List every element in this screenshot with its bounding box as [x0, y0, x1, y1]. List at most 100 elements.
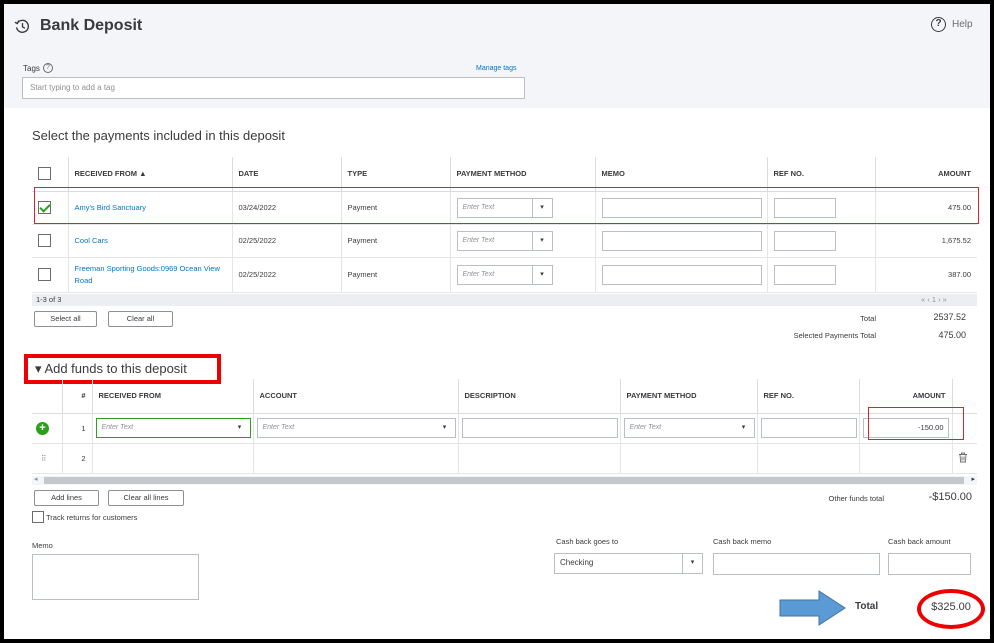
type-cell: Payment: [341, 257, 451, 293]
scroll-thumb[interactable]: [44, 477, 964, 484]
table-row[interactable]: Freeman Sporting Goods:0969 Ocean View R…: [32, 257, 977, 293]
scroll-right-icon[interactable]: ▸: [971, 475, 975, 483]
col-date[interactable]: DATE: [232, 157, 342, 192]
empty-cell[interactable]: [859, 443, 953, 474]
col-label: #: [81, 391, 86, 401]
table-row[interactable]: + 1 Enter Text ▾ Enter Text ▾ Enter Text ▾ …: [32, 413, 977, 444]
checkbox[interactable]: [32, 511, 44, 523]
table-row[interactable]: Cool Cars 02/25/2022 Payment Enter Text ▾…: [32, 224, 977, 258]
ref-no-input[interactable]: [760, 418, 857, 438]
amount-cell: 1,675.52: [875, 224, 977, 258]
select-placeholder: Enter Text: [101, 424, 134, 431]
line-number: 1: [62, 413, 93, 444]
drag-handle-icon[interactable]: ⠿: [32, 443, 63, 474]
horizontal-scrollbar[interactable]: ◂ ▸: [32, 476, 977, 485]
chevron-down-icon: ▾: [682, 554, 702, 573]
col-label: PAYMENT METHOD: [626, 391, 697, 401]
clear-all-button[interactable]: Clear all: [108, 311, 173, 327]
add-line-icon[interactable]: +: [36, 421, 49, 435]
col-label: AMOUNT: [938, 169, 971, 179]
col-label: RECEIVED FROM: [98, 391, 162, 401]
row-checkbox[interactable]: [38, 234, 51, 247]
add-funds-title: Add funds to this deposit: [44, 361, 187, 376]
col-type[interactable]: TYPE: [341, 157, 451, 192]
add-lines-button[interactable]: Add lines: [34, 490, 99, 506]
page-title: Bank Deposit: [40, 17, 143, 34]
highlight-amount: [868, 407, 964, 440]
cash-back-goes-to-select[interactable]: Checking ▾: [554, 553, 703, 574]
col-description: DESCRIPTION: [458, 379, 621, 414]
received-from-select[interactable]: Enter Text ▾: [95, 418, 251, 438]
cash-back-goes-to-label: Cash back goes to: [556, 537, 619, 546]
memo-input[interactable]: [601, 264, 762, 285]
question-icon[interactable]: ?: [42, 63, 53, 73]
memo-textarea[interactable]: [32, 554, 199, 600]
description-input[interactable]: [461, 418, 618, 438]
clear-all-lines-button[interactable]: Clear all lines: [108, 490, 184, 506]
cash-back-memo-label: Cash back memo: [713, 537, 772, 546]
col-received-from[interactable]: RECEIVED FROM ▲: [68, 157, 233, 192]
col-payment-method: PAYMENT METHOD: [620, 379, 758, 414]
select-all-checkbox-cell: [32, 157, 69, 192]
col-ref-no: REF NO.: [757, 379, 860, 414]
payment-method-select[interactable]: Enter Text ▾: [456, 230, 553, 251]
highlight-selected-row: [34, 187, 979, 224]
col-label: AMOUNT: [912, 391, 946, 401]
payments-table: RECEIVED FROM ▲ DATE TYPE PAYMENT METHOD…: [32, 157, 977, 293]
funds-header-row: # RECEIVED FROM ACCOUNT DESCRIPTION PAYM…: [32, 379, 977, 414]
select-all-button[interactable]: Select all: [34, 311, 97, 327]
cash-back-memo-input[interactable]: [713, 553, 880, 575]
payment-method-select[interactable]: Enter Text ▾: [623, 418, 755, 438]
tag-input[interactable]: Start typing to add a tag: [22, 77, 525, 99]
select-placeholder: Enter Text: [262, 424, 295, 431]
amount-cell: 387.00: [875, 257, 977, 293]
grand-total-value: $325.00: [931, 601, 971, 613]
header-checkbox[interactable]: [38, 167, 51, 181]
col-label: PAYMENT METHOD: [456, 169, 527, 179]
pager-count: 1-3 of 3: [32, 294, 977, 306]
other-funds-total-label: Other funds total: [828, 494, 884, 503]
col-label: ACCOUNT: [259, 391, 298, 401]
cash-back-amount-input[interactable]: [888, 553, 971, 575]
other-funds-total-value: -$150.00: [928, 491, 972, 503]
row-checkbox[interactable]: [38, 268, 51, 281]
payment-method-select[interactable]: Enter Text ▾: [456, 264, 553, 285]
memo-input[interactable]: [601, 230, 762, 251]
col-label: TYPE: [347, 169, 368, 179]
payments-header-row: RECEIVED FROM ▲ DATE TYPE PAYMENT METHOD…: [32, 157, 977, 192]
select-value: Checking: [560, 558, 594, 567]
empty-cell[interactable]: [757, 443, 860, 474]
select-placeholder: Enter Text: [462, 270, 495, 278]
received-from-link[interactable]: Cool Cars: [75, 236, 108, 245]
col-account: ACCOUNT: [253, 379, 459, 414]
col-ref-no: REF NO.: [767, 157, 876, 192]
scroll-left-icon[interactable]: ◂: [34, 475, 38, 483]
manage-tags-link[interactable]: Manage tags: [476, 65, 516, 72]
help-icon: ?: [931, 17, 946, 32]
table-row[interactable]: ⠿ 2: [32, 443, 977, 474]
track-returns-checkbox[interactable]: Track returns for customers: [32, 511, 137, 523]
empty-cell[interactable]: [253, 443, 459, 474]
received-from-link[interactable]: Freeman Sporting Goods:0969 Ocean View R…: [75, 264, 220, 285]
history-icon[interactable]: [14, 18, 31, 35]
col-blank: [32, 379, 63, 414]
pager-nav[interactable]: « ‹ 1 › »: [921, 294, 947, 306]
col-memo: MEMO: [595, 157, 768, 192]
help-button[interactable]: ? Help: [931, 17, 973, 32]
ref-no-input[interactable]: [773, 230, 836, 251]
cash-back-amount-label: Cash back amount: [888, 537, 951, 546]
date-cell: 02/25/2022: [232, 257, 342, 293]
trash-icon[interactable]: [952, 443, 977, 474]
empty-cell[interactable]: [92, 443, 254, 474]
chevron-down-icon: ▾: [741, 424, 746, 431]
help-label: Help: [952, 19, 973, 30]
col-label: DESCRIPTION: [464, 391, 516, 401]
account-select[interactable]: Enter Text ▾: [256, 418, 456, 438]
ref-no-input[interactable]: [773, 264, 836, 285]
col-amount[interactable]: AMOUNT: [875, 157, 977, 192]
total-label: Total: [860, 314, 876, 323]
empty-cell[interactable]: [458, 443, 621, 474]
trash-glyph: [958, 452, 967, 462]
empty-cell[interactable]: [620, 443, 758, 474]
date-cell: 02/25/2022: [232, 224, 342, 258]
